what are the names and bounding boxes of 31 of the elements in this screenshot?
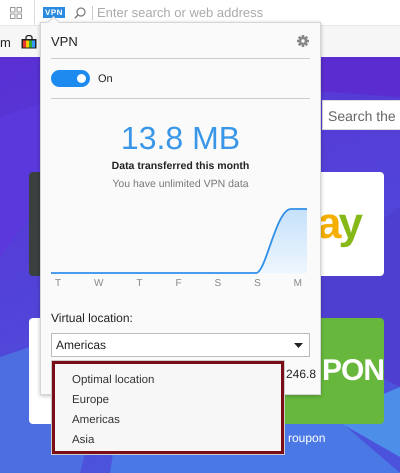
day-label: F xyxy=(175,278,182,289)
day-label: T xyxy=(136,278,143,289)
day-label: S xyxy=(254,278,261,289)
vpn-badge[interactable]: VPN xyxy=(43,7,65,18)
day-label: S xyxy=(214,278,222,289)
address-text: 246.8 xyxy=(286,367,316,381)
bookmark-label[interactable]: m xyxy=(0,34,11,50)
address-field[interactable]: Enter search or web address xyxy=(96,5,387,20)
toggle-switch[interactable] xyxy=(51,70,90,87)
dropdown-option[interactable]: Asia xyxy=(55,430,281,450)
toggle-label: On xyxy=(98,72,113,84)
field-label: Virtual location: xyxy=(51,311,134,325)
dropdown-option[interactable]: Americas xyxy=(55,410,281,430)
dropdown-option[interactable]: Europe xyxy=(55,390,281,410)
info-text: You have unlimited VPN data xyxy=(111,178,250,190)
data-amount: 13.8 MB xyxy=(120,120,242,156)
caret-icon xyxy=(294,342,303,348)
location-dropdown[interactable]: Americas xyxy=(51,333,310,357)
dropdown-option[interactable]: Optimal location xyxy=(55,370,281,390)
settings-icon[interactable] xyxy=(297,35,309,47)
tile-caption[interactable]: roupon xyxy=(288,431,326,445)
search-field[interactable]: Search the xyxy=(322,100,400,130)
amount-caption: Data transferred this month xyxy=(110,160,250,172)
day-label: T xyxy=(55,278,62,289)
logo-text: PON xyxy=(322,354,384,388)
speed-dial-icon[interactable] xyxy=(10,6,22,18)
popup-title: VPN xyxy=(51,34,78,48)
shopping-bag-icon[interactable] xyxy=(20,35,37,49)
search-icon xyxy=(74,6,86,18)
day-label: W xyxy=(94,278,104,289)
day-label: M xyxy=(294,278,302,289)
